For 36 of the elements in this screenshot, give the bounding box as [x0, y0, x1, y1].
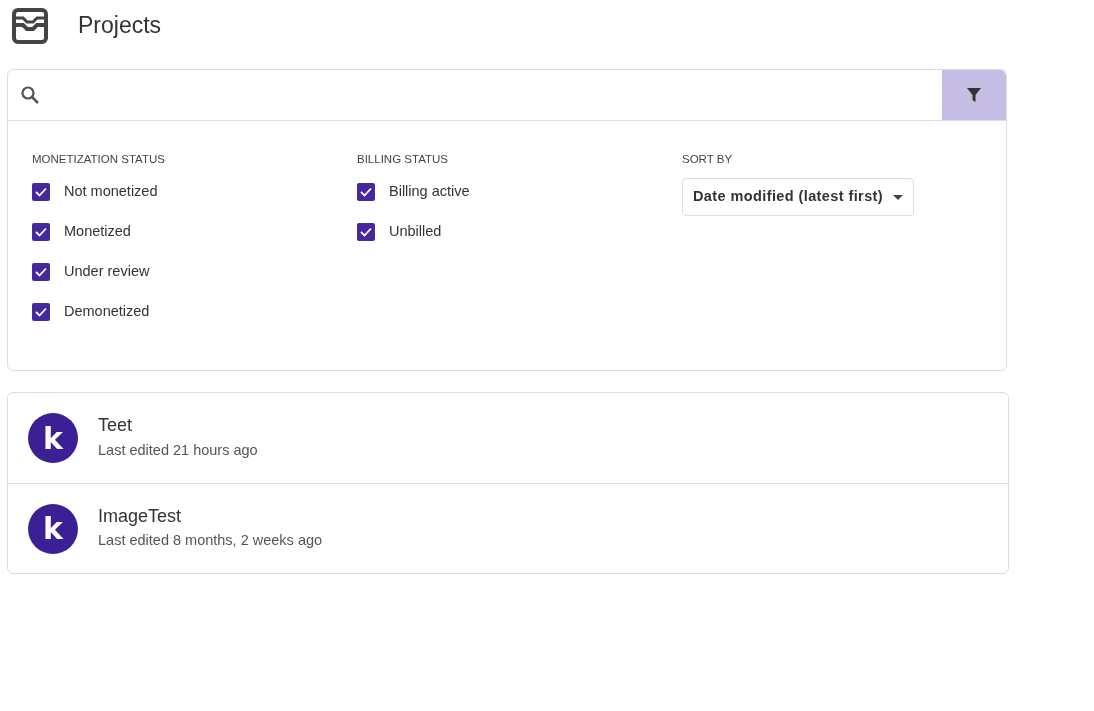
checkbox[interactable]: [357, 223, 375, 242]
checkmark-icon: [35, 307, 47, 318]
page-title: Projects: [78, 12, 162, 40]
last-edited-text: Last edited 8 months, 2 weeks ago: [98, 531, 323, 551]
option-label[interactable]: Not monetized: [64, 181, 158, 204]
option-label[interactable]: Monetized: [64, 221, 131, 244]
checkmark-icon: [360, 227, 372, 238]
last-edited-text: Last edited 21 hours ago: [98, 440, 258, 460]
caret-icon: [893, 194, 904, 200]
checkmark-icon: [360, 187, 372, 198]
checkmark-icon: [35, 187, 47, 198]
filter-icon: [967, 88, 981, 102]
inbox-tray-icon: [12, 8, 48, 44]
filter-button[interactable]: [942, 70, 1006, 120]
avatar-logo: k: [28, 413, 78, 464]
filter-heading: SORT BY: [682, 152, 734, 167]
checkbox[interactable]: [32, 263, 50, 282]
checkmark-icon: [35, 227, 47, 238]
checkbox[interactable]: [357, 183, 375, 202]
checkmark-icon: [35, 267, 47, 278]
sort-dropdown[interactable]: Date modified (latest first): [682, 178, 915, 216]
filter-heading: MONETIZATION STATUS: [32, 152, 166, 167]
option-label[interactable]: Under review: [64, 261, 150, 284]
project-name: ImageTest: [98, 505, 183, 528]
avatar-logo: k: [28, 503, 78, 554]
checkbox[interactable]: [32, 303, 50, 322]
project-name: Teet: [98, 415, 134, 437]
search-icon: [20, 85, 40, 105]
project-row[interactable]: k Teet Last edited 21 hours ago: [8, 393, 1008, 484]
checkbox[interactable]: [32, 223, 50, 242]
option-label[interactable]: Billing active: [389, 181, 470, 204]
project-row[interactable]: k ImageTest Last edited 8 months, 2 weeks ago: [8, 483, 1008, 574]
option-label[interactable]: Unbilled: [389, 221, 442, 244]
checkbox[interactable]: [32, 183, 50, 202]
filter-heading: BILLING STATUS: [357, 152, 449, 167]
option-label[interactable]: Demonetized: [64, 301, 150, 324]
